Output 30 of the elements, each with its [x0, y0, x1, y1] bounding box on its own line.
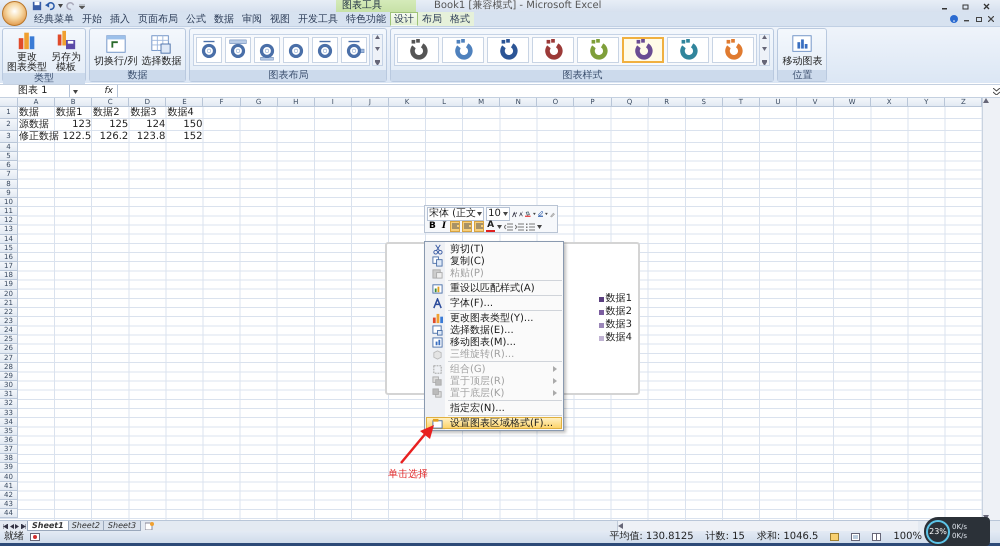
legend-label: 数据1 [606, 294, 632, 304]
legend-label: 数据4 [606, 333, 632, 343]
table-cell-text: 125 [108, 119, 130, 131]
table-cell-text: 123.8 [136, 131, 166, 143]
status-stat: 计数: 15 [706, 531, 745, 543]
usage-percent: 23% [926, 520, 950, 544]
table-cell-text: 126.2 [98, 131, 130, 143]
table-cell-text: 152 [182, 131, 204, 143]
contextual-tab-label: 图表工具 [336, 0, 416, 12]
legend-label: 数据2 [606, 307, 632, 317]
status-text: 就绪 [4, 531, 24, 543]
status-stat: 平均值: 130.8125 [609, 531, 694, 543]
table-cell-text: 150 [182, 119, 204, 131]
table-cell-text: 123 [71, 119, 92, 131]
table-cell-text: 源数据 [18, 119, 50, 131]
table-cell-text: 数据 [18, 107, 40, 119]
group-label: 类型 [3, 73, 85, 84]
group-label: 图表样式 [391, 70, 774, 81]
annotation-text: 单击选择 [388, 468, 428, 481]
table-cell-text: 数据3 [129, 107, 158, 119]
group-label: 数据 [90, 70, 186, 81]
table-cell-text: 数据4 [166, 107, 195, 119]
status-stat: 求和: 1046.5 [756, 531, 818, 543]
table-cell-text: 数据2 [92, 107, 121, 119]
group-label: 位置 [778, 70, 826, 81]
table-cell-text: 122.5 [62, 131, 92, 143]
group-label: 图表布局 [190, 70, 386, 81]
table-cell-text: 124 [145, 119, 166, 131]
legend-label: 数据3 [606, 320, 632, 330]
table-cell-text: 数据1 [55, 107, 84, 119]
